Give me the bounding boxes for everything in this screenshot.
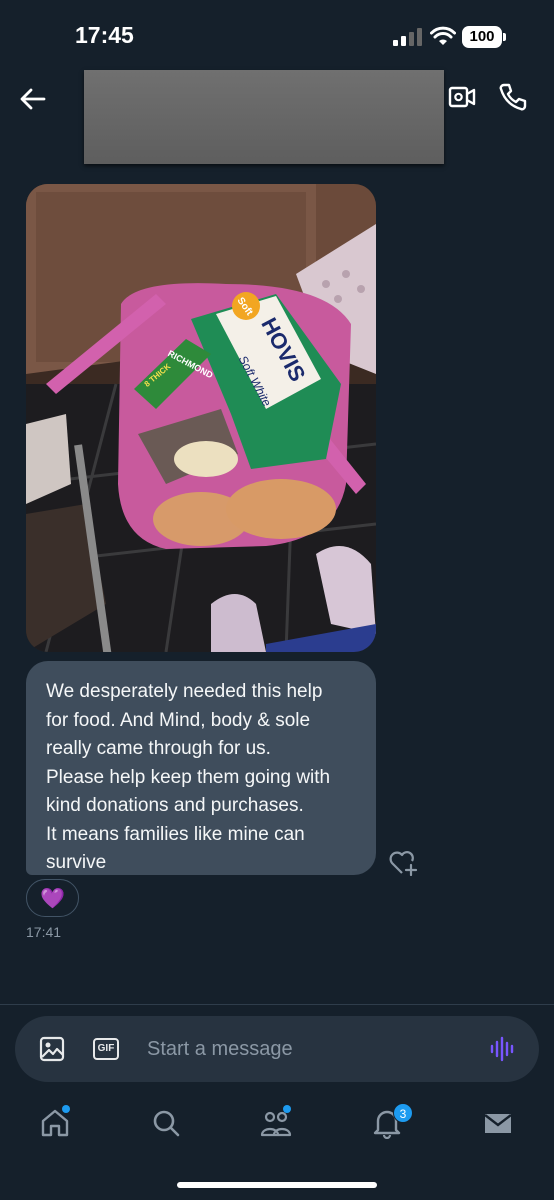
conversation-header — [0, 68, 554, 168]
mail-icon[interactable] — [482, 1107, 514, 1139]
message-composer: GIF — [15, 1016, 539, 1082]
composer-divider — [0, 1004, 554, 1005]
back-arrow-icon[interactable] — [18, 84, 48, 114]
battery-icon: 100 — [462, 26, 506, 48]
message-timestamp: 17:41 — [26, 924, 62, 940]
message-text: We desperately needed this help for food… — [46, 681, 331, 873]
wifi-icon — [430, 26, 456, 45]
home-indicator — [177, 1182, 377, 1188]
communities-unread-dot — [283, 1105, 291, 1113]
purple-heart-reaction: 💜 — [40, 887, 65, 910]
reaction-badge[interactable]: 💜 — [26, 879, 79, 917]
video-camera-icon[interactable] — [448, 84, 476, 110]
redacted-contact-name — [84, 70, 444, 164]
notifications-count-badge: 3 — [393, 1103, 413, 1123]
gif-button[interactable]: GIF — [93, 1038, 119, 1060]
voice-wave-icon[interactable] — [489, 1036, 517, 1062]
search-icon[interactable] — [150, 1107, 182, 1139]
bottom-navigation: 3 — [0, 1095, 554, 1155]
status-bar: 17:45 100 — [0, 0, 554, 68]
image-icon[interactable] — [39, 1036, 65, 1062]
heart-plus-icon[interactable] — [388, 848, 418, 876]
phone-icon[interactable] — [498, 82, 528, 112]
home-unread-dot — [62, 1105, 70, 1113]
signal-icon — [393, 28, 422, 46]
food-bag-photo: HOVIS Soft White Soft RICHMOND 8 THICK — [26, 184, 376, 652]
message-input[interactable] — [147, 1034, 447, 1064]
status-time: 17:45 — [75, 22, 134, 48]
message-bubble[interactable]: We desperately needed this help for food… — [26, 661, 376, 875]
photo-message[interactable]: HOVIS Soft White Soft RICHMOND 8 THICK — [26, 184, 376, 652]
battery-level: 100 — [462, 26, 502, 48]
